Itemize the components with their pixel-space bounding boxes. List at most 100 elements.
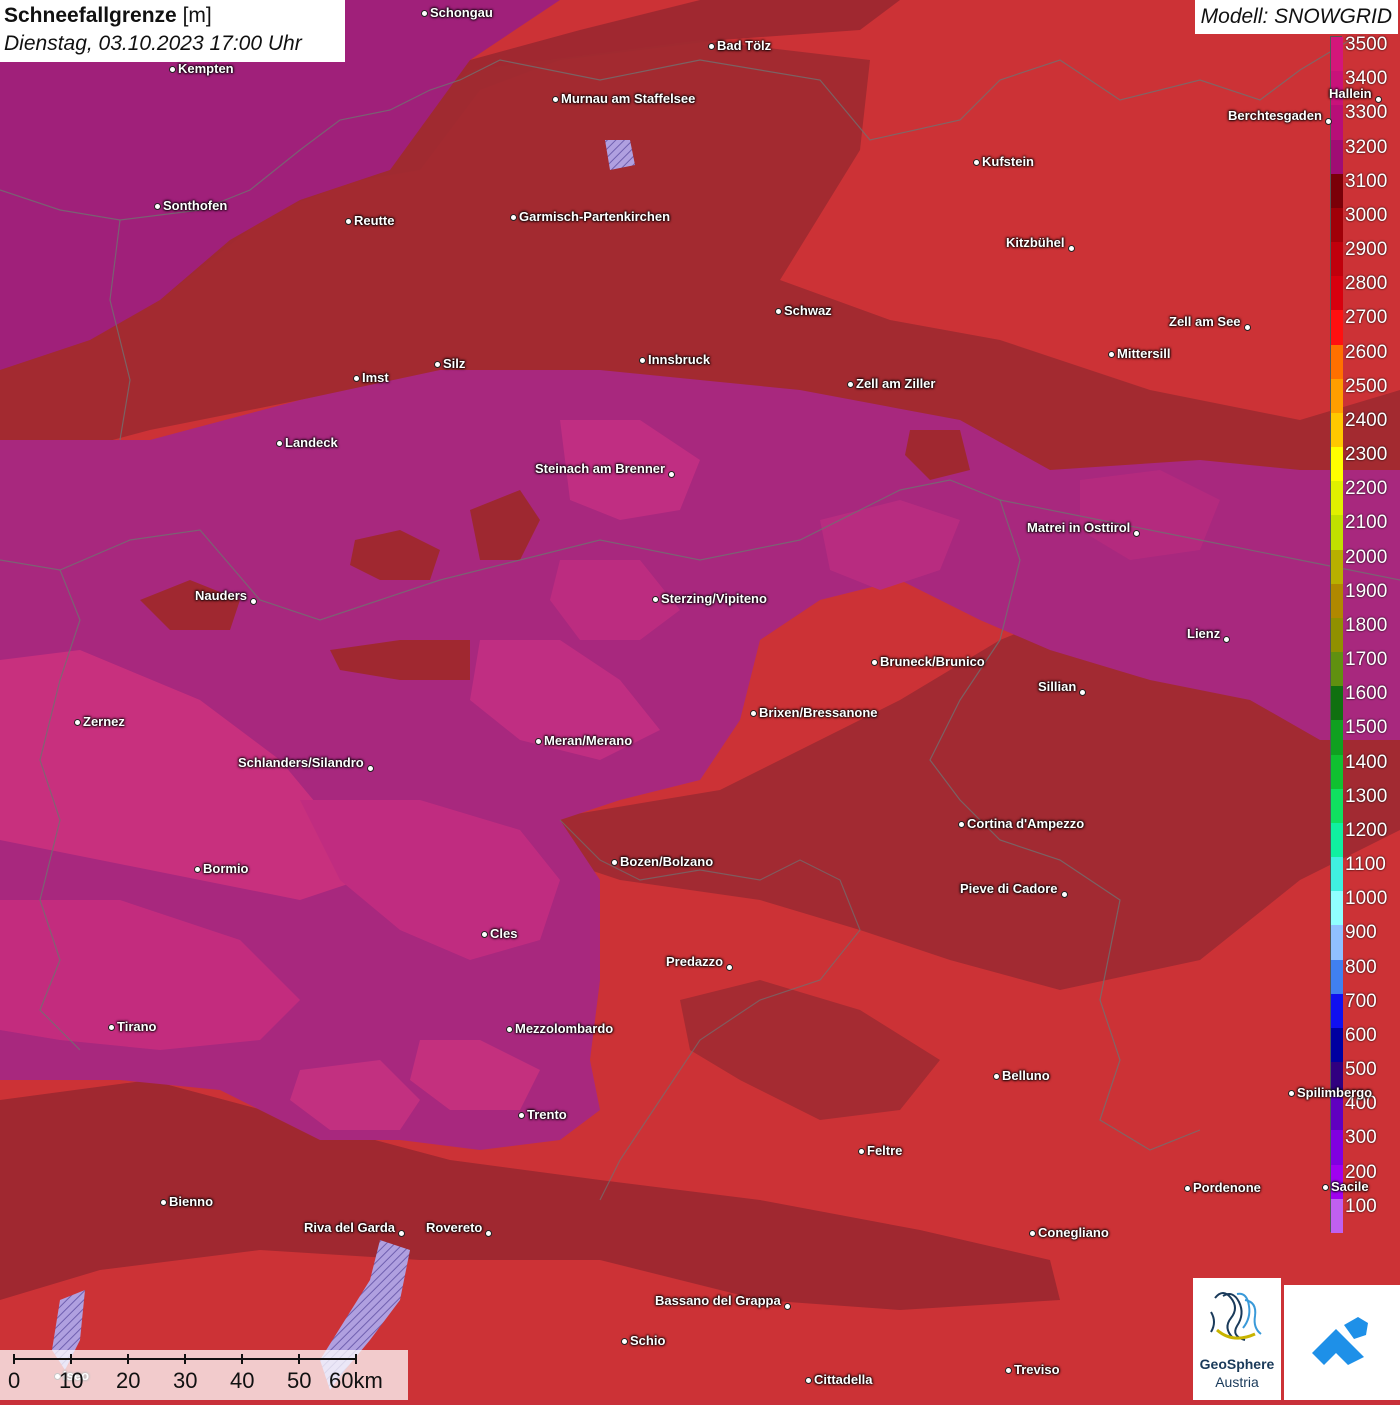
legend-swatch: [1331, 686, 1343, 721]
place-marker: [1133, 530, 1140, 537]
place-label: Kitzbühel: [1006, 235, 1065, 250]
place-label: Schlanders/Silandro: [238, 755, 364, 770]
place-label: Garmisch-Partenkirchen: [519, 209, 671, 224]
place-marker: [1005, 1367, 1012, 1374]
legend-label: 1500: [1345, 717, 1388, 739]
scale-label: 30: [173, 1368, 198, 1393]
app-logo: [1284, 1285, 1400, 1400]
place-label: Pieve di Cadore: [960, 881, 1058, 896]
place-marker: [1244, 324, 1251, 331]
place-marker: [1061, 891, 1068, 898]
place-label: Cittadella: [814, 1372, 873, 1387]
legend-label: 1000: [1345, 888, 1388, 910]
place-label: Conegliano: [1038, 1225, 1109, 1240]
legend-swatch: [1331, 1027, 1343, 1063]
scale-label: 0: [8, 1368, 21, 1393]
place-label: Trento: [527, 1107, 567, 1122]
place-marker: [485, 1230, 492, 1237]
legend-label: 2000: [1345, 546, 1388, 568]
place-marker: [421, 10, 428, 17]
place-label: Cortina d'Ampezzo: [967, 816, 1085, 831]
legend-label: 500: [1345, 1059, 1377, 1081]
place-marker: [1108, 351, 1115, 358]
scale-tick: [127, 1354, 129, 1364]
place-label: Lienz: [1187, 626, 1221, 641]
place-marker: [398, 1230, 405, 1237]
place-marker: [74, 719, 81, 726]
place-marker: [639, 357, 646, 364]
legend-swatch: [1331, 378, 1343, 414]
place-label: Bassano del Grappa: [655, 1293, 781, 1308]
place-marker: [1184, 1185, 1191, 1192]
place-label: Schio: [630, 1333, 666, 1348]
legend-colorbar: [1330, 36, 1343, 1234]
place-marker: [345, 218, 352, 225]
place-marker: [668, 471, 675, 478]
place-label: Schongau: [430, 5, 493, 20]
legend-swatch: [1331, 583, 1343, 619]
place-marker: [708, 43, 715, 50]
map-title-box: Schneefallgrenze [m] Dienstag, 03.10.202…: [0, 0, 345, 62]
legend-swatch: [1331, 959, 1343, 995]
legend-swatch: [1331, 720, 1343, 756]
map-datetime: Dienstag, 03.10.2023 17:00 Uhr: [4, 32, 302, 55]
legend-label: 3000: [1345, 204, 1388, 226]
place-marker: [1029, 1230, 1036, 1237]
map-title: Schneefallgrenze [m]: [4, 2, 341, 30]
legend-swatch: [1331, 515, 1343, 551]
scale-label: 60km: [329, 1368, 383, 1393]
legend-label: 700: [1345, 990, 1377, 1012]
scale-tick: [298, 1354, 300, 1364]
place-label: Predazzo: [666, 954, 724, 969]
legend-label: 3100: [1345, 170, 1388, 192]
place-marker: [510, 214, 517, 221]
place-marker: [160, 1199, 167, 1206]
place-label: Riva del Garda: [304, 1220, 396, 1235]
legend-label: 1200: [1345, 819, 1388, 841]
legend-label: 3300: [1345, 102, 1388, 124]
place-label: Belluno: [1002, 1068, 1050, 1083]
place-label: Silz: [443, 356, 466, 371]
place-label: Mezzolombardo: [515, 1021, 614, 1036]
place-label: Bozen/Bolzano: [620, 854, 714, 869]
legend-swatch: [1331, 105, 1343, 140]
place-label: Spilimbergo: [1297, 1085, 1373, 1100]
legend-swatch: [1331, 276, 1343, 311]
scale-label: 50: [287, 1368, 312, 1393]
color-legend: 3500 3400 3300 3200 3100 3000 2900 2800 2700 2600…: [1330, 34, 1398, 1234]
place-marker: [652, 596, 659, 603]
place-marker: [1079, 689, 1086, 696]
geosphere-logo: GeoSphere Austria: [1193, 1278, 1281, 1400]
place-label: Bormio: [203, 861, 249, 876]
place-label: Sillian: [1038, 679, 1077, 694]
legend-swatch: [1331, 447, 1343, 482]
legend-label: 1800: [1345, 614, 1388, 636]
place-marker: [611, 859, 618, 866]
legend-label: 1400: [1345, 751, 1388, 773]
scale-bar: 0 10 20 30 40 50 60km: [0, 1350, 408, 1400]
legend-swatch: [1331, 754, 1343, 790]
scale-label: 20: [116, 1368, 141, 1393]
legend-swatch: [1331, 617, 1343, 653]
place-marker: [154, 203, 161, 210]
place-marker: [805, 1377, 812, 1384]
place-label: Sacile: [1331, 1179, 1369, 1194]
legend-swatch: [1331, 891, 1343, 926]
place-label: Cles: [490, 926, 518, 941]
place-label: Bad Tölz: [717, 38, 772, 53]
place-label: Rovereto: [426, 1220, 483, 1235]
legend-label: 900: [1345, 922, 1377, 944]
place-label: Matrei in Osttirol: [1027, 520, 1131, 535]
legend-label: 2700: [1345, 307, 1388, 329]
geosphere-logo-line2: Austria: [1215, 1374, 1259, 1390]
place-marker: [847, 381, 854, 388]
place-marker: [993, 1073, 1000, 1080]
place-marker: [871, 659, 878, 666]
place-label: Zell am See: [1169, 314, 1241, 329]
place-label: Zernez: [83, 714, 125, 729]
scale-tick: [184, 1354, 186, 1364]
legend-swatch: [1331, 173, 1343, 209]
legend-label: 3500: [1345, 34, 1388, 55]
legend-swatch: [1331, 1198, 1343, 1234]
place-label: Kempten: [178, 61, 234, 76]
